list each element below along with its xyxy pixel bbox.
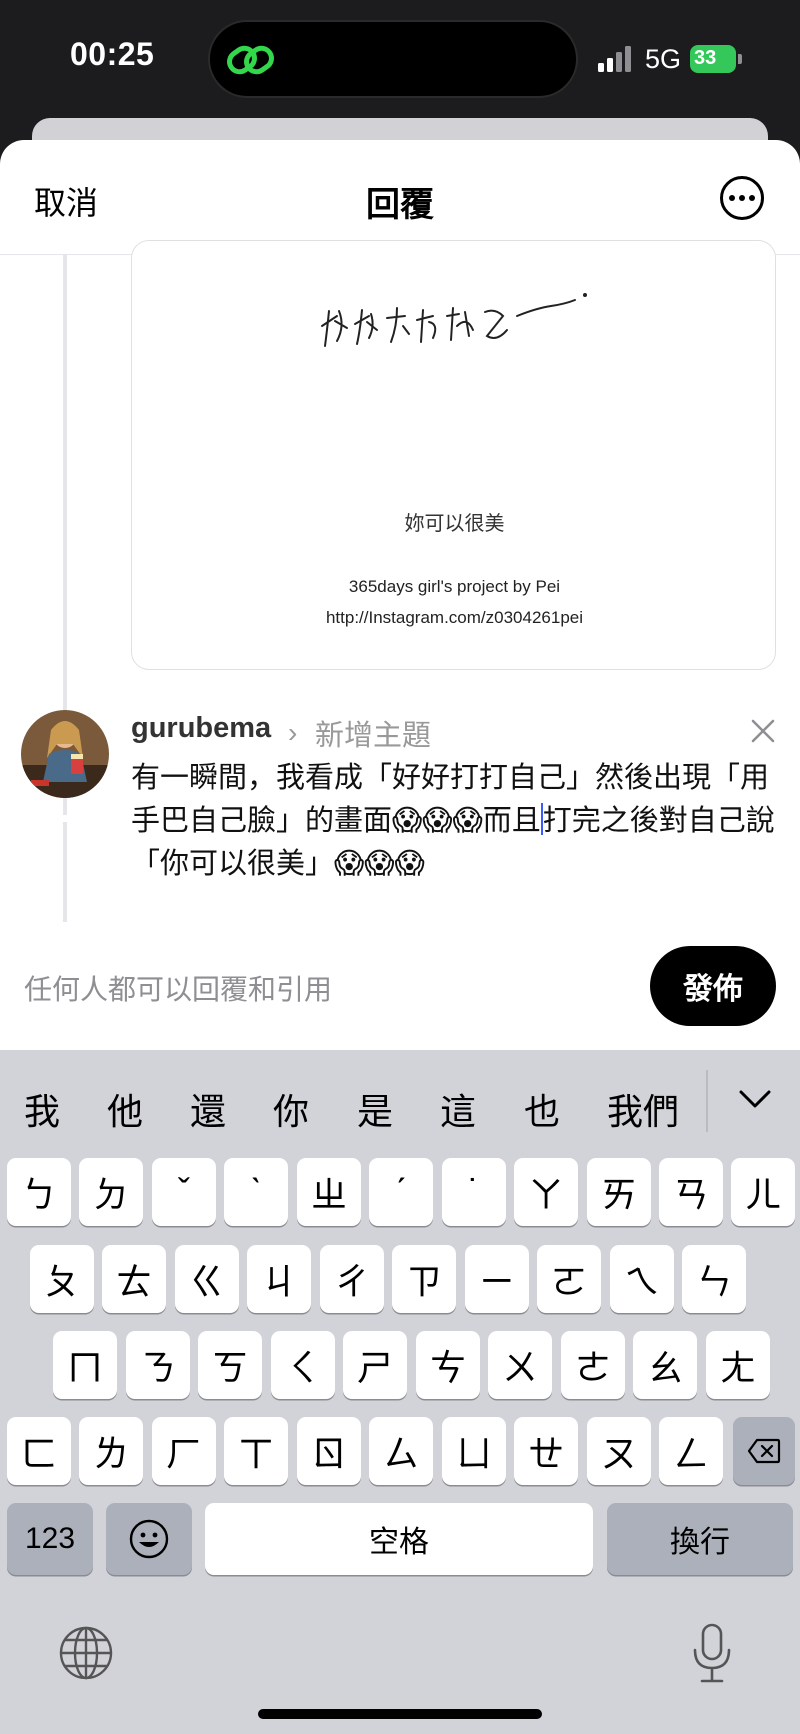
key[interactable]: ㄞ [587,1158,651,1226]
numbers-key[interactable]: 123 [7,1503,93,1575]
key[interactable]: ㄝ [514,1417,578,1485]
status-bar: 00:25 5G 33 [0,0,800,120]
battery-level: 33 [694,47,717,69]
key[interactable]: ˙ [442,1158,506,1226]
key[interactable]: ㄐ [247,1245,311,1313]
key[interactable]: ㄅ [7,1158,71,1226]
candidate-word[interactable]: 他 [107,1083,143,1135]
quote-caption: 妳可以很美 [404,513,505,535]
candidate-word[interactable]: 你 [273,1083,309,1135]
key[interactable]: ㄘ [416,1331,480,1399]
quote-credit: 365days girl's project by Pei [348,577,561,596]
more-options-icon[interactable] [720,176,764,220]
key[interactable]: ㄒ [224,1417,288,1485]
network-type: 5G [645,44,682,74]
key[interactable]: ㄩ [442,1417,506,1485]
sheet-header: 取消 回覆 [0,140,800,255]
close-icon[interactable] [748,716,778,746]
thread-line [63,822,67,922]
key[interactable]: ˊ [369,1158,433,1226]
key[interactable]: ㄋ [126,1331,190,1399]
page-title: 回覆 [366,186,434,224]
emoji-key[interactable] [106,1503,192,1575]
candidate-divider [706,1070,708,1132]
key[interactable]: ㄌ [79,1417,143,1485]
key[interactable]: ㄕ [343,1331,407,1399]
chevron-down-icon[interactable] [735,1080,775,1120]
key[interactable]: ˇ [152,1158,216,1226]
key[interactable]: ㄔ [320,1245,384,1313]
backspace-key[interactable] [733,1417,795,1485]
emoji-icon [129,1519,169,1559]
candidate-word[interactable]: 也 [524,1083,560,1135]
cellular-signal-icon [598,46,631,72]
chevron-right-icon: › [288,717,298,748]
key[interactable]: ˋ [224,1158,288,1226]
key[interactable]: ㄠ [633,1331,697,1399]
key[interactable]: ㄟ [610,1245,674,1313]
candidate-word[interactable]: 我 [24,1083,60,1135]
globe-icon[interactable] [57,1624,115,1682]
post-button[interactable]: 發佈 [650,946,776,1026]
key[interactable]: ㄗ [392,1245,456,1313]
key[interactable]: ㄍ [175,1245,239,1313]
add-topic-button[interactable]: 新增主題 [315,712,431,754]
key[interactable]: ㄉ [79,1158,143,1226]
reply-permission-button[interactable]: 任何人都可以回覆和引用 [24,968,332,1008]
candidate-word[interactable]: 是 [357,1083,393,1135]
home-indicator[interactable] [258,1709,542,1719]
key[interactable]: ㄆ [30,1245,94,1313]
key[interactable]: ㄤ [706,1331,770,1399]
key[interactable]: ㄏ [152,1417,216,1485]
quote-link: http://Instagram.com/z0304261pei [325,608,584,627]
key[interactable]: ㄈ [7,1417,71,1485]
key[interactable]: ㄣ [682,1245,746,1313]
handwritten-script-image [321,293,587,347]
compose-text-field[interactable]: 有一瞬間，我看成「好好打打自己」然後出現「用手巴自己臉」的畫面😱😱😱而且打完之後… [131,757,781,886]
candidate-bar: 我 他 還 你 是 這 也 我們 [0,1050,800,1160]
key[interactable]: ㄨ [488,1331,552,1399]
key[interactable]: ㄙ [369,1417,433,1485]
key[interactable]: ㄚ [514,1158,578,1226]
status-time: 00:25 [70,36,155,72]
key[interactable]: ㄢ [659,1158,723,1226]
candidate-word[interactable]: 還 [190,1083,226,1135]
space-key[interactable]: 空格 [205,1503,593,1575]
key[interactable]: ㄖ [297,1417,361,1485]
key[interactable]: ㄧ [465,1245,529,1313]
key[interactable]: ㄇ [53,1331,117,1399]
keyboard: 我 他 還 你 是 這 也 我們 ㄅ ㄉ ˇ ˋ ㄓ ˊ ˙ ㄚ ㄞ ㄢ ㄦ ㄆ… [0,1050,800,1734]
key[interactable]: ㄑ [271,1331,335,1399]
key[interactable]: ㄎ [198,1331,262,1399]
return-key[interactable]: 換行 [607,1503,793,1575]
key[interactable]: ㄦ [731,1158,795,1226]
backspace-icon [747,1438,781,1464]
candidate-word[interactable]: 我們 [607,1083,679,1135]
key[interactable]: ㄡ [587,1417,651,1485]
key[interactable]: ㄛ [537,1245,601,1313]
microphone-icon[interactable] [690,1622,734,1686]
key[interactable]: ㄥ [659,1417,723,1485]
avatar[interactable] [21,710,109,798]
key[interactable]: ㄓ [297,1158,361,1226]
quoted-image-card[interactable]: 妳可以很美 365days girl's project by Pei http… [131,240,776,670]
threads-link-icon[interactable] [226,38,276,82]
username[interactable]: gurubema [131,712,271,745]
key[interactable]: ㄊ [102,1245,166,1313]
candidate-word[interactable]: 這 [440,1083,476,1135]
key[interactable]: ㄜ [561,1331,625,1399]
battery-icon: 33 [690,45,742,73]
